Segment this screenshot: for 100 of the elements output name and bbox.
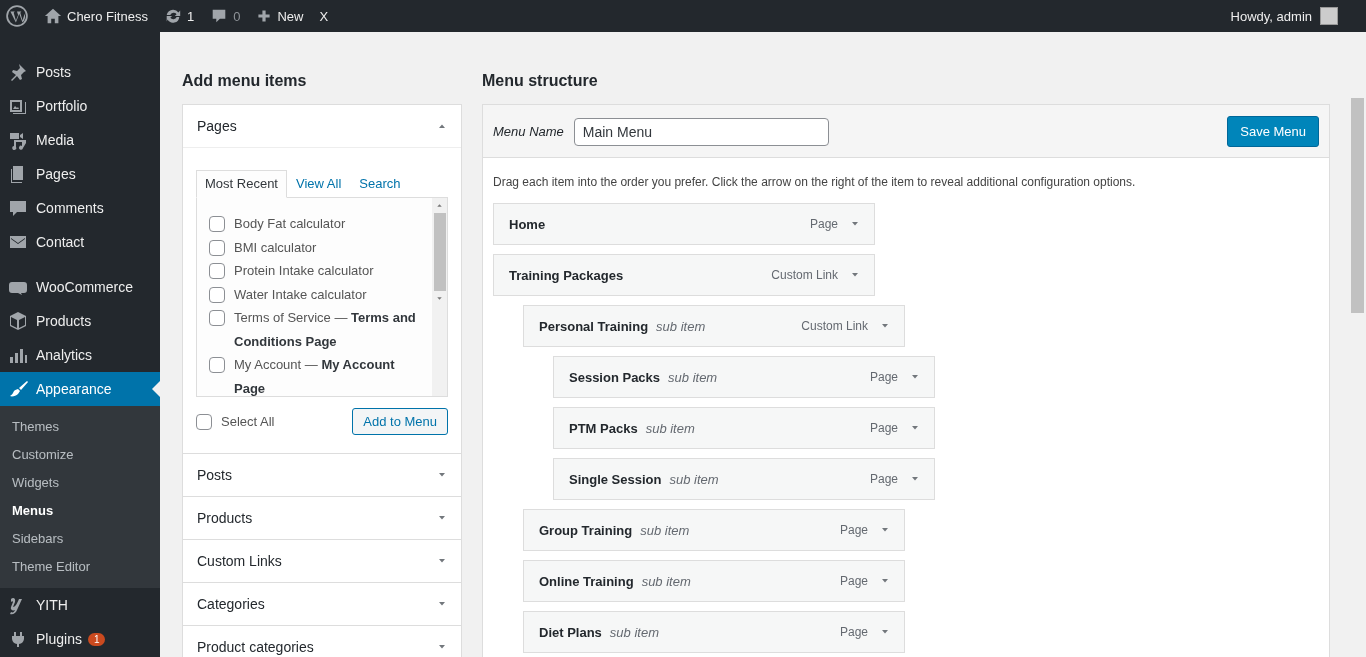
checkbox[interactable] bbox=[209, 239, 225, 256]
sub-item-label: sub item bbox=[645, 420, 695, 436]
sub-item-label: sub item bbox=[669, 471, 719, 487]
accordion-header[interactable]: Products bbox=[183, 496, 461, 539]
checkbox[interactable] bbox=[209, 357, 225, 373]
sidebar-item[interactable]: Appearance bbox=[0, 372, 160, 406]
camera-music-icon bbox=[8, 130, 28, 150]
accordion-header[interactable]: Posts bbox=[183, 453, 461, 496]
scroll-up-icon[interactable] bbox=[435, 201, 444, 210]
sidebar-item[interactable]: Comments bbox=[0, 191, 160, 225]
submenu-item[interactable]: Customize bbox=[0, 441, 160, 469]
menu-item-title: PTM Packs bbox=[569, 420, 638, 436]
checkbox[interactable] bbox=[209, 310, 225, 326]
update-count-badge: 1 bbox=[87, 632, 106, 646]
menu-item-bar[interactable]: Group Training sub item Page bbox=[523, 509, 905, 551]
item-type-label: Custom Link bbox=[771, 268, 838, 282]
instructions-text: Drag each item into the order you prefer. Click the arrow on the right of the item to reveal additional configuration options. bbox=[493, 175, 1137, 189]
list-scrollbar[interactable] bbox=[432, 198, 447, 396]
scroll-down-icon[interactable] bbox=[435, 294, 444, 303]
item-type-label: Page bbox=[839, 574, 868, 588]
sidebar-item[interactable]: YITH bbox=[0, 588, 160, 622]
checkbox[interactable] bbox=[196, 413, 212, 430]
item-type-label: Page bbox=[869, 370, 898, 384]
accordion-title: Pages bbox=[197, 118, 237, 134]
submenu-item[interactable]: Sidebars bbox=[0, 525, 160, 553]
menu-item-title: Online Training bbox=[539, 573, 634, 589]
checkbox-label: Water Intake calculator bbox=[234, 285, 367, 304]
sidebar-item[interactable]: Products bbox=[0, 304, 160, 338]
plus-icon bbox=[256, 8, 273, 24]
item-type-label: Page bbox=[869, 472, 898, 486]
updates-link[interactable]: 1 bbox=[155, 0, 203, 32]
menu-item-bar[interactable]: Single Session sub item Page bbox=[553, 458, 935, 500]
checkbox-label: My Account — My Account Page bbox=[234, 356, 396, 396]
menu-item-bar[interactable]: Training Packages Custom Link bbox=[493, 254, 875, 296]
sidebar-item[interactable]: Posts bbox=[0, 55, 160, 89]
sidebar-item[interactable]: Contact bbox=[0, 225, 160, 259]
submenu-item[interactable]: Themes bbox=[0, 413, 160, 441]
sub-item-label: sub item bbox=[609, 624, 659, 640]
accordion-title: Categories bbox=[197, 596, 265, 612]
tab[interactable]: Search bbox=[350, 170, 410, 197]
accordion-header[interactable]: Product categories bbox=[183, 625, 461, 657]
account-menu[interactable]: Howdy, admin bbox=[1222, 0, 1346, 32]
item-type-label: Custom Link bbox=[801, 319, 868, 333]
checkbox-label: Protein Intake calculator bbox=[234, 262, 374, 280]
sidebar-item[interactable]: Analytics bbox=[0, 338, 160, 372]
sub-item-label: sub item bbox=[641, 573, 691, 589]
accordion-title: Custom Links bbox=[197, 553, 282, 569]
sidebar-item[interactable]: Media bbox=[0, 123, 160, 157]
sidebar-item[interactable]: Pages bbox=[0, 157, 160, 191]
menu-item-title: Single Session bbox=[569, 471, 662, 487]
item-type-label: Page bbox=[869, 421, 898, 435]
item-type-label: Page bbox=[839, 625, 868, 639]
checkbox[interactable] bbox=[209, 216, 225, 232]
accordion-title: Products bbox=[197, 510, 253, 526]
accordion-header[interactable]: Categories bbox=[183, 582, 461, 625]
menu-item-title: Diet Plans bbox=[539, 624, 602, 640]
menu-item-title: Personal Training bbox=[539, 318, 649, 334]
menu-name-field[interactable]: Main Menu bbox=[573, 117, 829, 146]
submenu-item[interactable]: Menus bbox=[0, 497, 160, 525]
checkbox-label: BMI calculator bbox=[234, 238, 317, 257]
sidebar-item[interactable]: Portfolio bbox=[0, 89, 160, 123]
checkbox[interactable] bbox=[209, 263, 225, 279]
box-icon bbox=[8, 311, 28, 331]
checkbox-label: Terms of Service — Terms and Conditions Page bbox=[234, 309, 417, 351]
menu-item-bar[interactable]: Online Training sub item Page bbox=[523, 560, 905, 602]
checkbox-label: Select All bbox=[221, 414, 275, 429]
menu-name-label: Menu Name bbox=[493, 124, 564, 139]
tab[interactable]: View All bbox=[287, 170, 351, 197]
wordpress-logo-icon[interactable] bbox=[6, 5, 28, 27]
add-to-menu-button[interactable]: Add to Menu bbox=[352, 408, 448, 435]
item-type-label: Page bbox=[809, 217, 838, 231]
sub-item-label: sub item bbox=[640, 522, 690, 538]
menu-item-bar[interactable]: PTM Packs sub item Page bbox=[553, 407, 935, 449]
new-content-link[interactable]: New bbox=[248, 0, 312, 32]
site-name-link[interactable]: Chero Fitness bbox=[36, 0, 156, 32]
accordion-header[interactable]: Custom Links bbox=[183, 539, 461, 582]
accordion-title: Posts bbox=[197, 467, 232, 483]
toolbar-link[interactable]: X bbox=[311, 0, 337, 32]
menu-item-bar[interactable]: Session Packs sub item Page bbox=[553, 356, 935, 398]
avatar-icon bbox=[1320, 7, 1338, 25]
paintbrush-icon bbox=[8, 379, 28, 399]
checkbox-label: Body Fat calculator bbox=[234, 215, 346, 233]
comments-link[interactable]: 0 bbox=[202, 0, 249, 32]
menu-item-bar[interactable]: Personal Training sub item Custom Link bbox=[523, 305, 905, 347]
accordion-header[interactable]: Pages bbox=[183, 105, 461, 148]
menu-item-title: Home bbox=[509, 216, 546, 232]
speech-bubble-icon bbox=[8, 198, 28, 218]
tab[interactable]: Most Recent bbox=[196, 170, 287, 198]
sidebar-item[interactable]: WooCommerce bbox=[0, 270, 160, 304]
home-icon bbox=[44, 7, 62, 25]
item-type-label: Page bbox=[839, 523, 868, 537]
sub-item-label: sub item bbox=[668, 369, 718, 385]
submenu-item[interactable]: Theme Editor bbox=[0, 553, 160, 581]
save-menu-button[interactable]: Save Menu bbox=[1227, 116, 1319, 147]
checkbox[interactable] bbox=[209, 286, 225, 303]
sidebar-item[interactable]: Plugins 1 bbox=[0, 622, 160, 656]
menu-item-bar[interactable]: Home Page bbox=[493, 203, 875, 245]
menu-item-title: Training Packages bbox=[509, 267, 624, 283]
menu-item-bar[interactable]: Diet Plans sub item Page bbox=[523, 611, 905, 653]
submenu-item[interactable]: Widgets bbox=[0, 469, 160, 497]
